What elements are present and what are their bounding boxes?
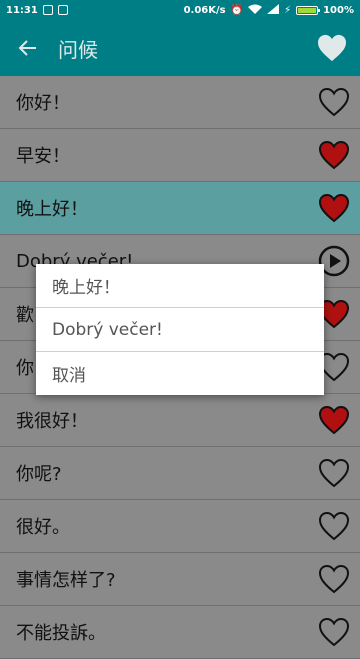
charging-icon: ⚡ <box>284 4 292 16</box>
arrow-left-icon <box>18 40 36 56</box>
list-item[interactable]: 不能投訴。 <box>0 606 360 659</box>
heart-outline-icon[interactable] <box>318 616 350 648</box>
signal-icon <box>267 3 280 17</box>
phrase-text: 你好！ <box>16 93 70 114</box>
phrase-text: 你呢? <box>16 464 62 485</box>
heart-icon <box>318 34 346 62</box>
phrase-text: 很好。 <box>16 517 70 538</box>
heart-outline-icon[interactable] <box>318 510 350 542</box>
image-notification-icon <box>42 5 53 15</box>
status-bar: 11:31 0.06K/s ⏰ ⚡ 100% <box>0 0 360 20</box>
heart-outline-icon[interactable] <box>318 457 350 489</box>
heart-filled-icon[interactable] <box>318 139 350 171</box>
phrase-text: 我很好！ <box>16 411 88 432</box>
phrase-text: 你 <box>16 358 34 379</box>
dialog-cancel-button[interactable]: 取消 <box>36 352 324 395</box>
phrase-text: 晚上好！ <box>16 199 88 220</box>
list-item[interactable]: 很好。 <box>0 500 360 553</box>
phrase-text: 不能投訴。 <box>16 623 106 644</box>
battery-icon <box>296 5 321 15</box>
context-dialog: 晚上好！ Dobrý večer! 取消 <box>36 264 324 395</box>
list-item[interactable]: 我很好！ <box>0 394 360 447</box>
battery-percent: 100% <box>323 4 354 16</box>
wifi-icon <box>248 4 263 17</box>
back-button[interactable] <box>0 20 56 76</box>
list-item-selected[interactable]: 晚上好！ <box>0 182 360 235</box>
phrase-text: 歡 <box>16 305 34 326</box>
app-notification-icon <box>57 5 68 15</box>
favorites-button[interactable] <box>304 20 360 76</box>
phrase-text: 早安！ <box>16 146 70 167</box>
status-time: 11:31 <box>6 4 38 16</box>
network-speed: 0.06K/s <box>183 4 226 16</box>
heart-filled-icon[interactable] <box>318 192 350 224</box>
list-item[interactable]: 事情怎样了? <box>0 553 360 606</box>
list-item[interactable]: 你好！ <box>0 76 360 129</box>
page-title: 问候 <box>58 37 98 62</box>
dialog-option-copy-phrase[interactable]: 晚上好！ <box>36 264 324 308</box>
list-item[interactable]: 你呢? <box>0 447 360 500</box>
heart-outline-icon[interactable] <box>318 86 350 118</box>
phrase-text: 事情怎样了? <box>16 570 116 591</box>
dialog-option-copy-translation[interactable]: Dobrý večer! <box>36 308 324 352</box>
heart-filled-icon[interactable] <box>318 404 350 436</box>
list-item[interactable]: 早安！ <box>0 129 360 182</box>
alarm-icon: ⏰ <box>230 4 244 16</box>
heart-outline-icon[interactable] <box>318 563 350 595</box>
app-bar: 问候 <box>0 20 360 76</box>
